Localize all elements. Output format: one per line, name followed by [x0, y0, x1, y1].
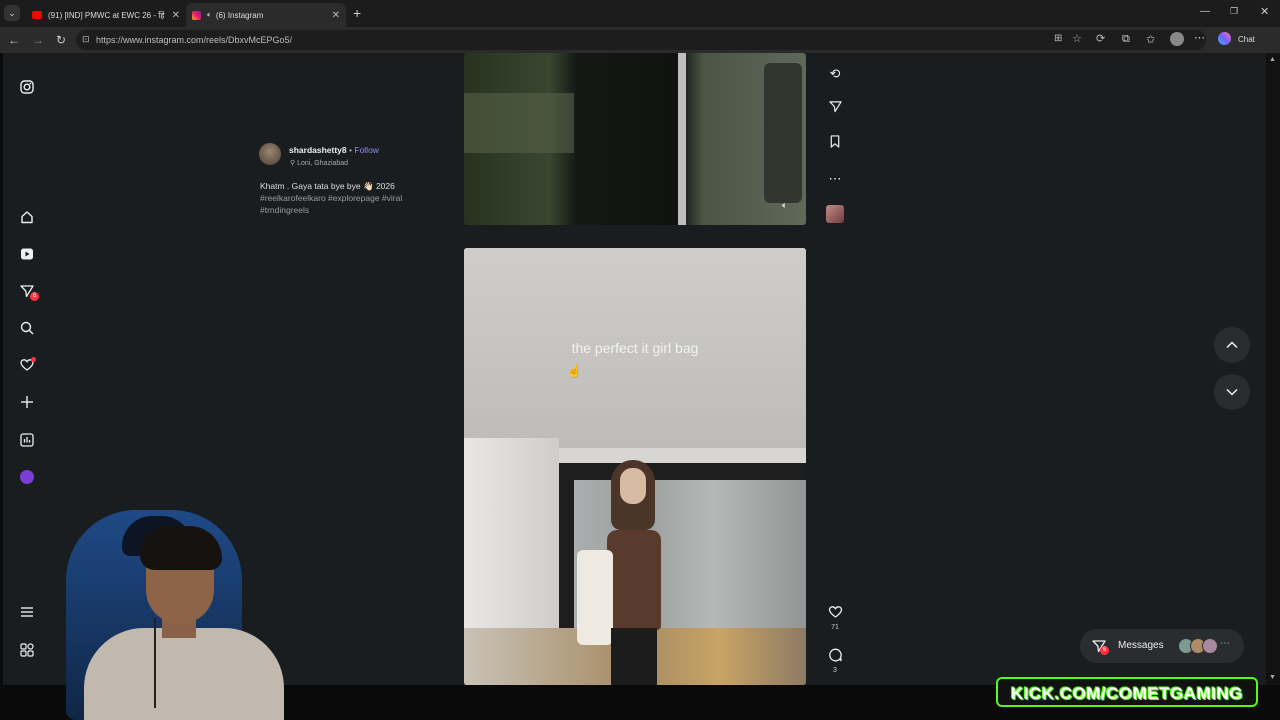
- remix-icon[interactable]: ⟲: [825, 66, 845, 82]
- reel-video-previous[interactable]: 🔈︎: [464, 53, 806, 225]
- video-person: [577, 460, 679, 685]
- tab-list-button[interactable]: ⌄: [4, 5, 20, 21]
- separator-dot: •: [349, 145, 352, 155]
- share-icon[interactable]: [825, 100, 845, 116]
- direct-badge: 6: [30, 292, 39, 301]
- post-header: shardashetty8 • Follow: [289, 145, 379, 155]
- person-bag: [577, 550, 613, 645]
- close-tab-icon[interactable]: ✕: [332, 10, 340, 21]
- collections-icon[interactable]: [1170, 32, 1184, 46]
- hashtags-line[interactable]: #reelkarofeelkaro #explorepage #viral: [260, 192, 460, 204]
- site-info-icon[interactable]: ⊡: [82, 34, 90, 45]
- dashboard-icon[interactable]: [19, 433, 35, 449]
- notifications-heart-icon[interactable]: [19, 357, 36, 374]
- also-from-meta-icon[interactable]: [19, 643, 35, 659]
- streamer-body: [84, 628, 284, 720]
- chevron-up-icon: [1226, 341, 1238, 349]
- chat-label[interactable]: Chat: [1238, 35, 1255, 44]
- more-avatars-icon: ⋯: [1220, 638, 1230, 649]
- speaker-icon[interactable]: 🔈︎: [207, 10, 212, 20]
- new-tab-button[interactable]: +: [353, 5, 361, 21]
- previous-reel-button[interactable]: [1214, 327, 1250, 363]
- streamer-hair: [140, 526, 222, 570]
- browser-tab-bar: ⌄ (91) [IND] PMWC at EWC 26 - हिं ✕ 🔈︎ (…: [0, 0, 1280, 27]
- tab-youtube[interactable]: (91) [IND] PMWC at EWC 26 - हिं ✕: [26, 3, 186, 27]
- instagram-logo-icon[interactable]: [19, 80, 35, 96]
- tab-title: (91) [IND] PMWC at EWC 26 - हिं: [48, 10, 165, 20]
- profile-avatar-icon[interactable]: [19, 470, 35, 486]
- more-menu-icon[interactable]: ⋯: [1194, 31, 1205, 44]
- more-options-icon[interactable]: ⋯: [825, 171, 845, 187]
- scroll-down-arrow-icon[interactable]: ▼: [1269, 674, 1276, 681]
- webcam-overlay: [62, 508, 284, 720]
- like-button[interactable]: 71: [825, 605, 845, 631]
- watermark-text: KICK.COM/COMETGAMING: [1011, 684, 1243, 703]
- forward-icon[interactable]: →: [32, 33, 44, 47]
- video-frame-detail: [464, 93, 574, 153]
- audio-thumbnail[interactable]: [825, 205, 845, 226]
- direct-icon[interactable]: 6: [19, 284, 39, 301]
- location-pin-icon: ⚲: [290, 160, 296, 167]
- close-window-icon[interactable]: ✕: [1260, 5, 1269, 18]
- restore-icon[interactable]: ❐: [1230, 6, 1238, 17]
- location-text: Loni, Ghaziabad: [297, 160, 349, 167]
- notification-dot: [31, 357, 36, 362]
- follow-button[interactable]: Follow: [354, 145, 379, 155]
- next-reel-button[interactable]: [1214, 374, 1250, 410]
- channel-watermark: KICK.COM/COMETGAMING: [996, 677, 1258, 707]
- reel-video-current[interactable]: the perfect it girl bag: [464, 248, 806, 685]
- minimize-icon[interactable]: —: [1200, 6, 1210, 17]
- home-icon[interactable]: [19, 210, 35, 226]
- hand-cursor-icon: ☝: [567, 364, 582, 378]
- post-caption: Khatm . Gaya tata bye bye 👋🏻 2026 #reelk…: [260, 180, 460, 216]
- tab-instagram[interactable]: 🔈︎ (6) Instagram ✕: [186, 3, 346, 27]
- search-icon[interactable]: [19, 321, 35, 337]
- reels-icon[interactable]: [19, 247, 35, 263]
- browser-toolbar: ← → ↻ ⊡ https://www.instagram.com/reels/…: [0, 27, 1280, 53]
- comment-count: 3: [833, 667, 837, 674]
- instagram-favicon-icon: [192, 10, 201, 20]
- username-link[interactable]: shardashetty8: [289, 145, 347, 155]
- messages-badge: 6: [1100, 646, 1109, 655]
- reel-overlay-text: the perfect it girl bag: [571, 340, 699, 356]
- youtube-favicon-icon: [32, 11, 42, 19]
- like-count: 71: [831, 624, 839, 631]
- address-bar[interactable]: ⊡ https://www.instagram.com/reels/DbxvMc…: [76, 30, 1206, 50]
- mute-icon[interactable]: 🔈︎: [782, 200, 787, 211]
- refresh-extension-icon[interactable]: ⟳: [1096, 32, 1105, 45]
- earphone-cable: [154, 618, 156, 708]
- url-text: https://www.instagram.com/reels/DbxvMcEP…: [96, 35, 293, 45]
- post-author-avatar[interactable]: [259, 143, 281, 165]
- chevron-down-icon: [1226, 388, 1238, 396]
- hashtags-line[interactable]: #trndingreels: [260, 204, 460, 216]
- copilot-icon[interactable]: [1218, 32, 1231, 45]
- comment-button[interactable]: 3: [825, 648, 845, 674]
- post-location[interactable]: ⚲ Loni, Ghaziabad: [290, 159, 348, 167]
- video-frame-detail: [764, 63, 802, 203]
- close-tab-icon[interactable]: ✕: [172, 10, 180, 21]
- app-available-icon[interactable]: ⊞: [1054, 33, 1062, 44]
- create-plus-icon[interactable]: [19, 395, 35, 411]
- message-avatar: [1202, 638, 1218, 654]
- reload-icon[interactable]: ↻: [56, 33, 66, 47]
- favorites-icon[interactable]: ✩: [1146, 33, 1155, 46]
- save-bookmark-icon[interactable]: [825, 135, 845, 151]
- messages-pill[interactable]: 6 Messages ⋯: [1080, 629, 1244, 663]
- person-top: [607, 530, 661, 630]
- messages-label: Messages: [1118, 640, 1164, 651]
- favorite-star-icon[interactable]: ☆: [1072, 32, 1082, 45]
- video-frame-detail: [678, 53, 686, 225]
- tab-title: (6) Instagram: [215, 10, 264, 20]
- caption-line: Khatm . Gaya tata bye bye 👋🏻 2026: [260, 181, 395, 191]
- scroll-up-arrow-icon[interactable]: ▲: [1269, 56, 1276, 63]
- page-scrollbar[interactable]: ▲ ▼: [1266, 53, 1280, 685]
- person-face: [620, 468, 646, 504]
- back-icon[interactable]: ←: [8, 33, 20, 47]
- menu-icon[interactable]: [19, 605, 35, 621]
- extensions-icon[interactable]: ⧉: [1122, 33, 1130, 46]
- person-pants: [611, 628, 657, 685]
